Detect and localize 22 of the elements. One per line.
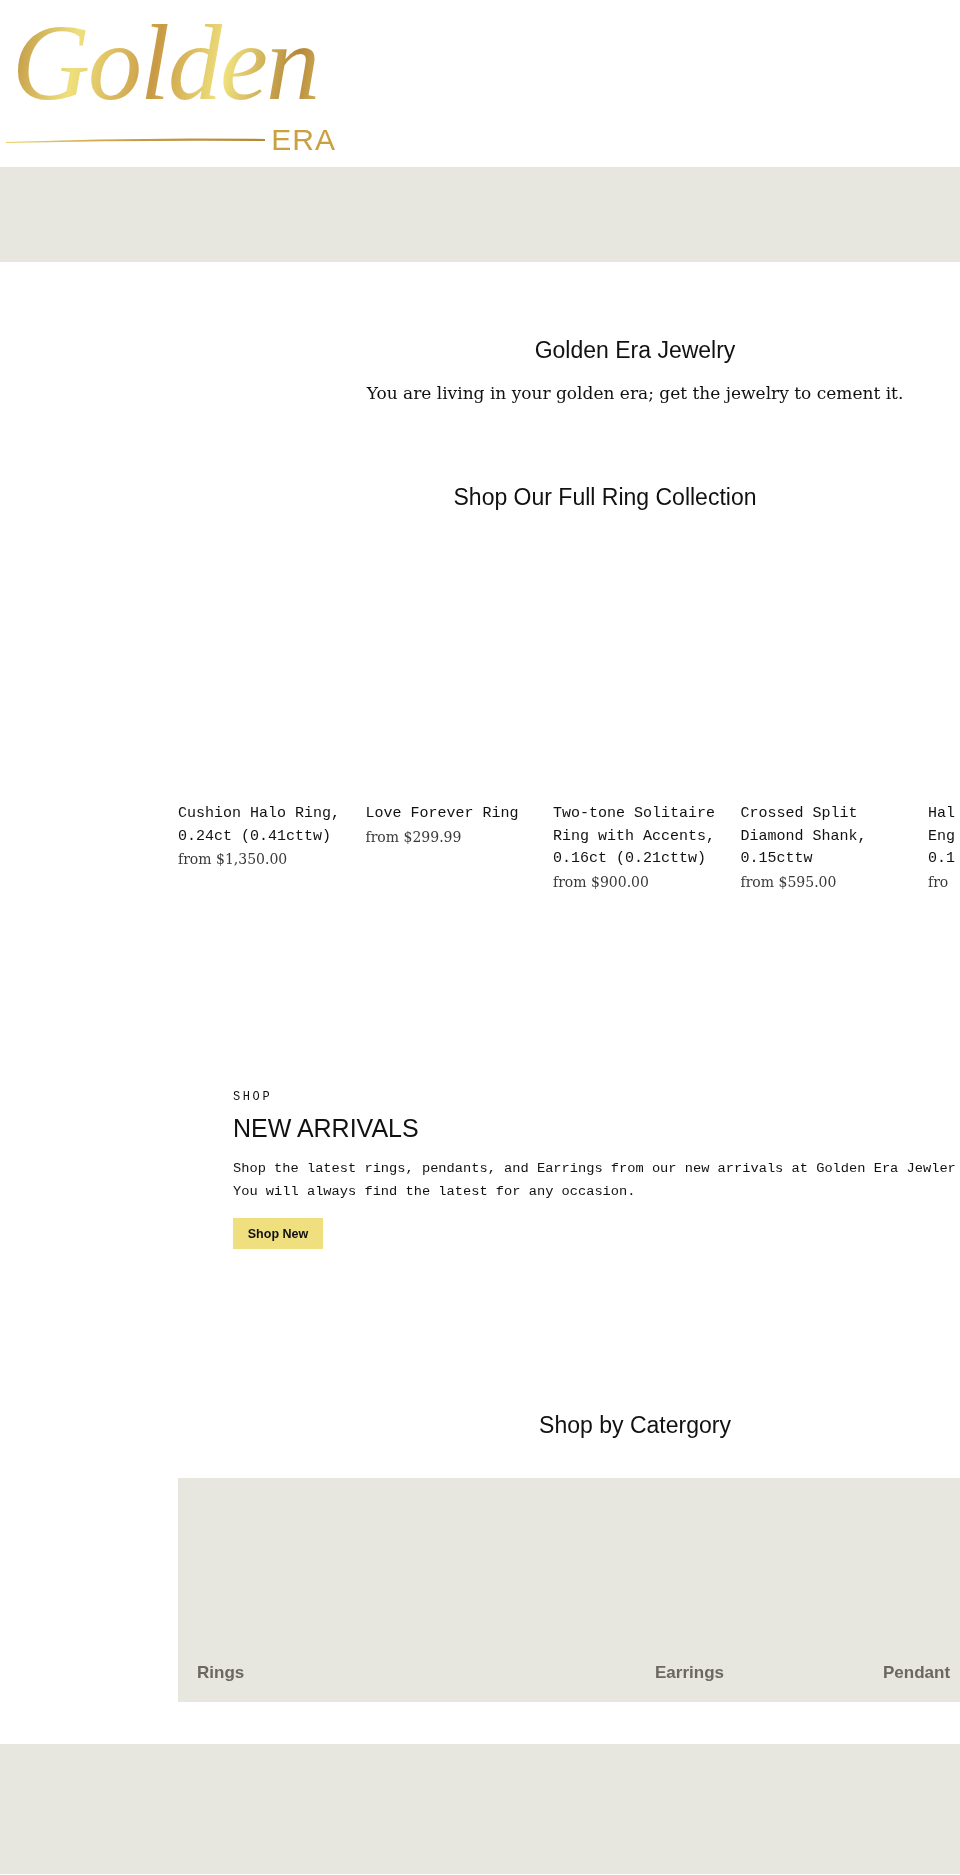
product-title[interactable]: Two-tone Solitaire Ring with Accents, 0.16ct (0.21cttw) (553, 803, 721, 872)
tagline-text: You are living in your golden era; get the jewelry to cement it. (365, 382, 905, 405)
product-price: from $1,350.00 (178, 850, 288, 870)
shop-new-button[interactable]: Shop New (233, 1218, 323, 1250)
product-price: from $900.00 (553, 873, 649, 893)
product-price: from $299.99 (365, 827, 462, 847)
section-heading: NEW ARRIVALS (233, 1113, 419, 1145)
category-link[interactable]: Pendant (883, 1662, 951, 1685)
description-text: Shop the latest rings, pendants, and Earrings from our new arrivals at Golden Era Jewler You will always find the latest for any occasion. (233, 1160, 956, 1202)
product-title[interactable]: Love Forever Ring (365, 803, 519, 826)
product-title[interactable]: Crossed Split Diamond Shank, 0.15cttw (740, 803, 909, 872)
product-title[interactable]: Hal Eng 0.1 (928, 803, 960, 872)
store-title: Golden Era Jewelry (533, 336, 737, 365)
section-heading: Shop by Catergory (538, 1411, 732, 1441)
swash-icon (6, 137, 266, 143)
product-price: fro (928, 873, 949, 893)
category-link[interactable]: Earrings (655, 1662, 724, 1685)
section-heading: Shop Our Full Ring Collection (452, 483, 758, 512)
eyebrow-label: SHOP (233, 1089, 273, 1106)
category-link[interactable]: Rings (197, 1662, 245, 1685)
product-title[interactable]: Cushion Halo Ring, 0.24ct (0.41cttw) (178, 803, 346, 849)
product-price: from $595.00 (740, 873, 837, 893)
